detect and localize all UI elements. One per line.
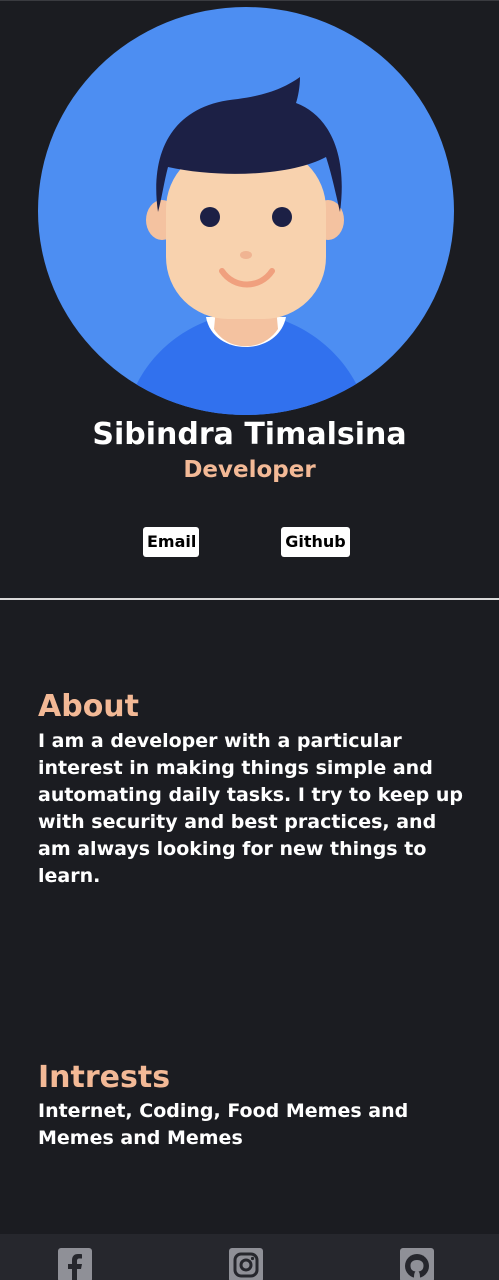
interests-heading: Intrests	[38, 1060, 171, 1095]
top-border	[0, 0, 499, 1]
interests-text: Internet, Coding, Food Memes and Memes a…	[38, 1100, 409, 1149]
footer-bar	[0, 1234, 499, 1280]
instagram-icon[interactable]	[229, 1248, 263, 1280]
section-divider	[0, 598, 499, 600]
profile-role: Developer	[183, 457, 316, 483]
about-heading: About	[38, 689, 140, 724]
avatar-illustration	[38, 7, 454, 415]
about-text: I am a developer with a particular inter…	[38, 730, 464, 887]
profile-page: Sibindra Timalsina Developer Email Githu…	[0, 0, 499, 1280]
facebook-icon[interactable]	[58, 1248, 92, 1280]
profile-name: Sibindra Timalsina	[92, 417, 407, 452]
avatar	[38, 7, 454, 415]
github-icon[interactable]	[400, 1248, 434, 1280]
email-button[interactable]: Email	[143, 527, 199, 557]
github-button[interactable]: Github	[281, 527, 350, 557]
